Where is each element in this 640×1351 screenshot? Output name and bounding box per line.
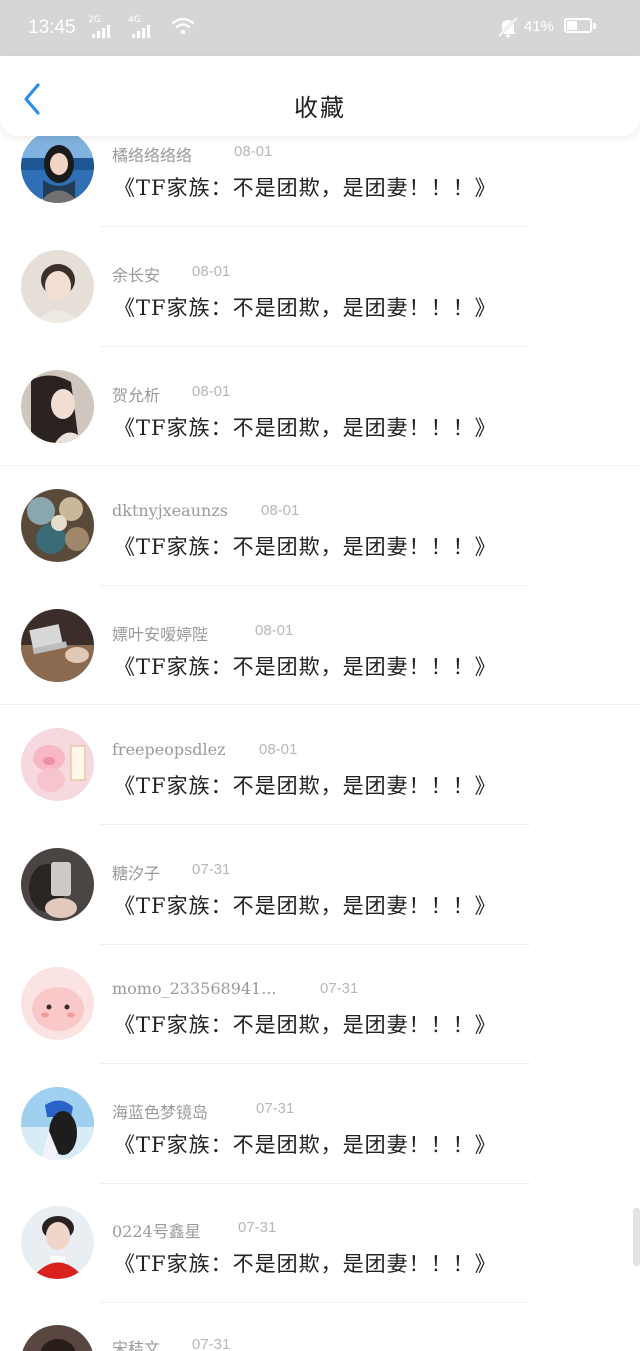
username: momo_233568941... — [112, 979, 277, 998]
divider — [100, 1183, 530, 1184]
username: 宋秸文 — [112, 1339, 161, 1351]
avatar[interactable] — [21, 370, 94, 443]
divider — [0, 704, 640, 705]
battery-icon — [564, 18, 596, 33]
post-title[interactable]: 《TF家族：不是团欺，是团妻！！！》 — [114, 172, 497, 202]
username: 0224号鑫星 — [112, 1222, 201, 1241]
post-title[interactable]: 《TF家族：不是团欺，是团妻！！！》 — [114, 651, 497, 681]
status-bar: 13:45 2G 4G 41% — [0, 0, 640, 56]
username: freepeopsdlez — [112, 740, 226, 759]
username: 橘络络络络 — [112, 146, 193, 165]
avatar[interactable] — [21, 609, 94, 682]
date: 08-01 — [192, 263, 231, 280]
divider — [100, 1063, 530, 1064]
list-item[interactable]: 贺允析 08-01 《TF家族：不是团欺，是团妻！！！》 — [0, 360, 640, 479]
avatar[interactable] — [21, 1325, 94, 1351]
list-item[interactable]: 海蓝色梦镜岛 07-31 《TF家族：不是团欺，是团妻！！！》 — [0, 1077, 640, 1196]
divider — [100, 1302, 530, 1303]
post-title[interactable]: 《TF家族：不是团欺，是团妻！！！》 — [114, 531, 497, 561]
avatar[interactable] — [21, 1087, 94, 1160]
wifi-icon — [171, 17, 195, 35]
post-title[interactable]: 《TF家族：不是团欺，是团妻！！！》 — [114, 292, 497, 322]
username: 海蓝色梦镜岛 — [112, 1103, 209, 1122]
divider — [100, 944, 530, 945]
username: 糖汐子 — [112, 864, 161, 883]
avatar[interactable] — [21, 1206, 94, 1279]
divider — [100, 346, 530, 347]
list-item[interactable]: momo_233568941... 07-31 《TF家族：不是团欺，是团妻！！… — [0, 957, 640, 1076]
date: 07-31 — [320, 980, 359, 997]
list-item[interactable]: 嫖叶安嗳婷陛 08-01 《TF家族：不是团欺，是团妻！！！》 — [0, 599, 640, 718]
post-title[interactable]: 《TF家族：不是团欺，是团妻！！！》 — [114, 1248, 497, 1278]
page-title: 收藏 — [294, 94, 346, 122]
username: dktnyjxeaunzs — [112, 501, 228, 520]
date: 08-01 — [192, 383, 231, 400]
username: 贺允析 — [112, 386, 161, 405]
date: 08-01 — [259, 741, 298, 758]
divider — [100, 824, 530, 825]
date: 07-31 — [238, 1219, 277, 1236]
mute-bell-icon — [497, 16, 519, 38]
post-title[interactable]: 《TF家族：不是团欺，是团妻！！！》 — [114, 1009, 497, 1039]
avatar[interactable] — [21, 967, 94, 1040]
date: 08-01 — [261, 502, 300, 519]
divider — [100, 585, 530, 586]
post-title[interactable]: 《TF家族：不是团欺，是团妻！！！》 — [114, 412, 497, 442]
date: 07-31 — [192, 861, 231, 878]
favorites-list[interactable]: 橘络络络络 08-01 《TF家族：不是团欺，是团妻！！！》 余长安 08-01… — [0, 0, 640, 1351]
avatar[interactable] — [21, 489, 94, 562]
list-item[interactable]: 橘络络络络 08-01 《TF家族：不是团欺，是团妻！！！》 — [0, 120, 640, 239]
divider — [0, 465, 640, 466]
username: 余长安 — [112, 266, 161, 285]
avatar[interactable] — [21, 728, 94, 801]
list-item[interactable]: 0224号鑫星 07-31 《TF家族：不是团欺，是团妻！！！》 — [0, 1196, 640, 1315]
status-time: 13:45 — [28, 17, 76, 38]
avatar[interactable] — [21, 250, 94, 323]
scrollbar[interactable] — [633, 1208, 640, 1266]
list-item[interactable]: 糖汐子 07-31 《TF家族：不是团欺，是团妻！！！》 — [0, 838, 640, 957]
navigation-header: 收藏 — [0, 56, 640, 136]
post-title[interactable]: 《TF家族：不是团欺，是团妻！！！》 — [114, 1129, 497, 1159]
list-item[interactable]: 宋秸文 07-31 — [0, 1315, 640, 1351]
battery-percent: 41% — [524, 18, 555, 35]
date: 08-01 — [234, 143, 273, 160]
date: 07-31 — [192, 1336, 231, 1351]
post-title[interactable]: 《TF家族：不是团欺，是团妻！！！》 — [114, 890, 497, 920]
post-title[interactable]: 《TF家族：不是团欺，是团妻！！！》 — [114, 770, 497, 800]
list-item[interactable]: 余长安 08-01 《TF家族：不是团欺，是团妻！！！》 — [0, 240, 640, 359]
date: 07-31 — [256, 1100, 295, 1117]
username: 嫖叶安嗳婷陛 — [112, 625, 209, 644]
list-item[interactable]: dktnyjxeaunzs 08-01 《TF家族：不是团欺，是团妻！！！》 — [0, 479, 640, 598]
date: 08-01 — [255, 622, 294, 639]
divider — [100, 226, 530, 227]
avatar[interactable] — [21, 130, 94, 203]
list-item[interactable]: freepeopsdlez 08-01 《TF家族：不是团欺，是团妻！！！》 — [0, 718, 640, 837]
avatar[interactable] — [21, 848, 94, 921]
